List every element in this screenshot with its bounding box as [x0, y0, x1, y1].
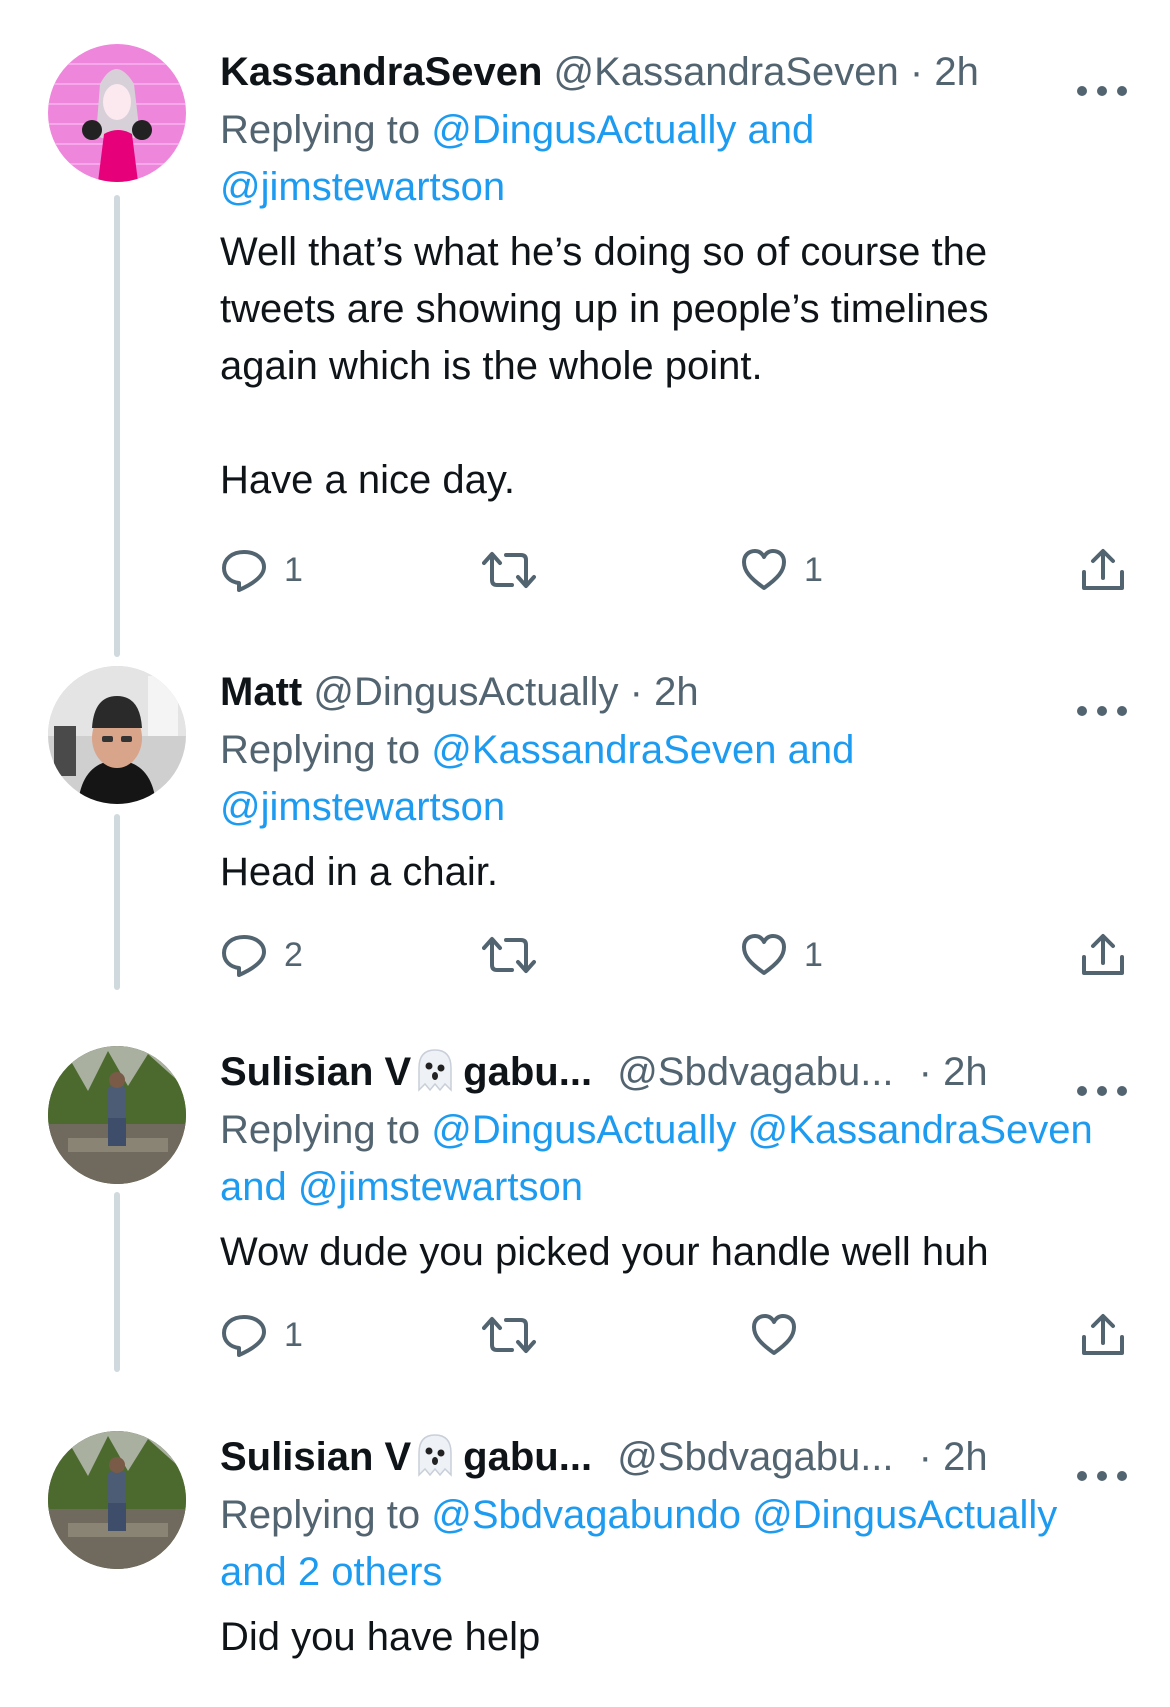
mention-link[interactable]: and @jimstewartson: [220, 1165, 583, 1209]
replying-to-label: Replying to: [220, 1108, 421, 1152]
reply-button[interactable]: 1: [220, 540, 303, 600]
display-name[interactable]: Sulisian V gabu...: [220, 1049, 593, 1094]
separator-dot: ·: [918, 1050, 932, 1094]
replying-to: Replying to @Sbdvagabundo @DingusActuall…: [220, 1487, 1130, 1601]
tweet[interactable]: Sulisian V gabu... @Sbdvagabu... · 2h Rep…: [0, 1000, 1170, 1385]
reply-icon: [220, 931, 268, 979]
retweet-button[interactable]: [482, 540, 552, 600]
mention-link[interactable]: @KassandraSeven and: [431, 728, 854, 772]
mention-link[interactable]: @DingusActually @KassandraSeven: [431, 1108, 1093, 1152]
retweet-icon: [482, 546, 536, 594]
heart-icon: [740, 931, 788, 979]
display-name[interactable]: KassandraSeven: [220, 50, 542, 94]
tweet-header: Sulisian V gabu... @Sbdvagabu... · 2h: [220, 1427, 1130, 1487]
share-button[interactable]: [1080, 925, 1126, 985]
like-button[interactable]: [750, 1305, 814, 1365]
tweet-header: Sulisian V gabu... @Sbdvagabu... · 2h: [220, 1042, 1130, 1102]
heart-icon: [740, 546, 788, 594]
ghost-emoji-icon: [411, 1431, 459, 1479]
separator-dot: ·: [909, 50, 924, 94]
avatar[interactable]: [48, 1431, 186, 1569]
like-button[interactable]: 1: [740, 925, 823, 985]
user-handle[interactable]: @Sbdvagabu...: [617, 1435, 893, 1479]
display-name-part: Sulisian V: [220, 1435, 412, 1479]
reply-icon: [220, 1311, 268, 1359]
timestamp[interactable]: 2h: [934, 50, 979, 94]
reply-count: 1: [284, 1315, 303, 1354]
share-icon: [1080, 546, 1126, 594]
mention-link[interactable]: @jimstewartson: [220, 785, 505, 829]
share-button[interactable]: [1080, 1305, 1126, 1365]
like-count: 1: [804, 935, 823, 974]
tweet[interactable]: KassandraSeven @KassandraSeven · 2h Repl…: [0, 0, 1170, 657]
thread-connector-line: [114, 814, 120, 990]
tweet-actions: 2 1: [220, 925, 1126, 985]
user-handle[interactable]: @KassandraSeven: [554, 50, 899, 94]
tweet[interactable]: Matt @DingusActually · 2h Replying to @K…: [0, 620, 1170, 1000]
replying-to-label: Replying to: [220, 1493, 421, 1537]
reply-count: 2: [284, 935, 303, 974]
timestamp[interactable]: 2h: [943, 1435, 988, 1479]
more-options-icon[interactable]: [1074, 1060, 1130, 1096]
separator-dot: ·: [629, 670, 643, 714]
replying-to-label: Replying to: [220, 108, 421, 152]
avatar[interactable]: [48, 666, 186, 804]
timestamp[interactable]: 2h: [654, 670, 699, 714]
replying-to: Replying to @DingusActually @KassandraSe…: [220, 1102, 1130, 1216]
tweet[interactable]: Sulisian V gabu... @Sbdvagabu... · 2h Rep…: [0, 1385, 1170, 1707]
share-button[interactable]: [1080, 540, 1126, 600]
heart-icon: [750, 1311, 798, 1359]
mention-link[interactable]: @DingusActually and: [431, 108, 814, 152]
replying-to: Replying to @DingusActually and @jimstew…: [220, 102, 1130, 216]
share-icon: [1080, 931, 1126, 979]
tweet-actions: 1: [220, 1305, 1126, 1365]
thread-connector-line: [114, 195, 120, 657]
retweet-button[interactable]: [482, 925, 552, 985]
tweet-text: Wow dude you picked your handle well huh: [220, 1230, 989, 1274]
retweet-icon: [482, 1311, 536, 1359]
tweet-text: Head in a chair.: [220, 850, 498, 894]
mention-link[interactable]: and 2 others: [220, 1550, 442, 1594]
display-name[interactable]: Matt: [220, 670, 302, 714]
display-name-part: gabu...: [463, 1435, 593, 1479]
user-handle[interactable]: @DingusActually: [313, 670, 618, 714]
avatar[interactable]: [48, 1046, 186, 1184]
retweet-icon: [482, 931, 536, 979]
mention-link[interactable]: @Sbdvagabundo @DingusActually: [431, 1493, 1057, 1537]
ghost-emoji-icon: [411, 1046, 459, 1094]
display-name-part: Sulisian V: [220, 1050, 412, 1094]
reply-icon: [220, 546, 268, 594]
share-icon: [1080, 1311, 1126, 1359]
user-handle[interactable]: @Sbdvagabu...: [617, 1050, 893, 1094]
more-options-icon[interactable]: [1074, 60, 1130, 96]
replying-to-label: Replying to: [220, 728, 421, 772]
like-button[interactable]: 1: [740, 540, 823, 600]
display-name[interactable]: Sulisian V gabu...: [220, 1434, 593, 1479]
thread-connector-line: [114, 1192, 120, 1372]
more-options-icon[interactable]: [1074, 1445, 1130, 1481]
retweet-button[interactable]: [482, 1305, 552, 1365]
reply-button[interactable]: 2: [220, 925, 303, 985]
tweet-text: Did you have help: [220, 1615, 541, 1659]
tweet-header: KassandraSeven @KassandraSeven · 2h: [220, 42, 1130, 102]
mention-link[interactable]: @jimstewartson: [220, 165, 505, 209]
tweet-header: Matt @DingusActually · 2h: [220, 662, 1130, 722]
display-name-part: gabu...: [463, 1050, 593, 1094]
timestamp[interactable]: 2h: [943, 1050, 988, 1094]
reply-button[interactable]: 1: [220, 1305, 303, 1365]
avatar[interactable]: [48, 44, 186, 182]
like-count: 1: [804, 550, 823, 589]
more-options-icon[interactable]: [1074, 680, 1130, 716]
replying-to: Replying to @KassandraSeven and @jimstew…: [220, 722, 1130, 836]
separator-dot: ·: [918, 1435, 932, 1479]
tweet-text: Well that’s what he’s doing so of course…: [220, 230, 989, 502]
tweet-actions: 1 1: [220, 540, 1126, 600]
reply-count: 1: [284, 550, 303, 589]
conversation-thread: KassandraSeven @KassandraSeven · 2h Repl…: [0, 0, 1170, 1707]
